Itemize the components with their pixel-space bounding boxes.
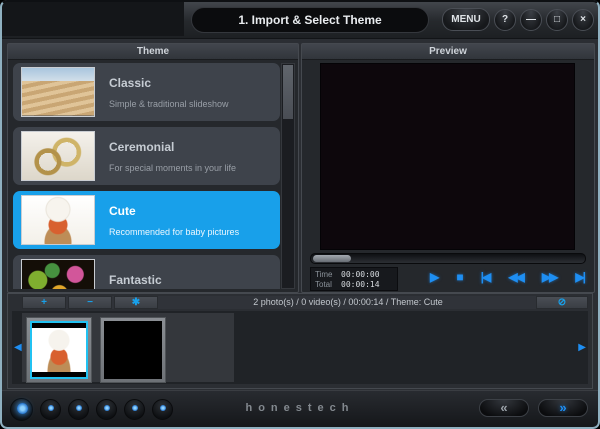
- theme-name: Cute: [109, 204, 239, 218]
- theme-item-text: Classic Simple & traditional slideshow: [109, 76, 229, 109]
- theme-item-fantastic[interactable]: Fantastic: [13, 255, 280, 289]
- help-button[interactable]: ?: [494, 9, 516, 31]
- preview-panel-header: Preview: [302, 44, 594, 60]
- theme-description: Simple & traditional slideshow: [109, 99, 229, 109]
- footer-navigation: « »: [479, 399, 588, 417]
- settings-button[interactable]: ✱: [114, 296, 158, 309]
- close-button[interactable]: ×: [572, 9, 594, 31]
- back-button[interactable]: «: [479, 399, 529, 417]
- tray-scroll-right-icon[interactable]: ▶: [578, 342, 586, 354]
- theme-description: Recommended for baby pictures: [109, 227, 239, 237]
- next-button[interactable]: »: [538, 399, 588, 417]
- total-label: Total: [315, 280, 341, 289]
- total-value: 00:00:14: [341, 280, 393, 289]
- theme-scrollbar[interactable]: [281, 63, 295, 289]
- tray-scroll-left-icon[interactable]: ◀: [14, 342, 22, 354]
- help-icon: ?: [502, 14, 508, 25]
- app-window: 1. Import & Select Theme MENU ? — □ × Th…: [0, 0, 600, 429]
- theme-name: Classic: [109, 76, 229, 90]
- theme-list: Classic Simple & traditional slideshow C…: [13, 63, 280, 289]
- theme-item-cute[interactable]: Cute Recommended for baby pictures: [13, 191, 280, 249]
- preview-panel: Preview Time 00:00:00 Total 00:00:14 ▶ ■…: [301, 43, 595, 293]
- footer-bar: honestech « »: [2, 390, 598, 427]
- media-thumbnail-photo2[interactable]: [100, 317, 166, 383]
- seek-bar[interactable]: [310, 253, 586, 264]
- maximize-button[interactable]: □: [546, 9, 568, 31]
- tray-toolbar: + − ✱ 2 photo(s) / 0 video(s) / 00:00:14…: [22, 296, 588, 309]
- clear-button[interactable]: ⊘: [536, 296, 588, 309]
- title-bar: 1. Import & Select Theme MENU ? — □ ×: [0, 0, 600, 39]
- theme-thumbnail-cute: [21, 195, 95, 245]
- play-button[interactable]: ▶: [430, 266, 437, 288]
- media-thumbnail-photo1[interactable]: [26, 317, 92, 383]
- transport-controls: ▶ ■ |◀ ◀◀ ▶▶ ▶|: [430, 266, 584, 288]
- media-tray: + − ✱ 2 photo(s) / 0 video(s) / 00:00:14…: [7, 293, 593, 389]
- theme-item-text: Fantastic: [109, 273, 162, 290]
- plus-icon: +: [41, 297, 47, 308]
- theme-panel: Theme Classic Simple & traditional slide…: [7, 43, 299, 293]
- maximize-icon: □: [554, 14, 560, 25]
- theme-item-classic[interactable]: Classic Simple & traditional slideshow: [13, 63, 280, 121]
- theme-panel-header: Theme: [8, 44, 298, 60]
- theme-item-ceremonial[interactable]: Ceremonial For special moments in your l…: [13, 127, 280, 185]
- add-media-button[interactable]: +: [22, 296, 66, 309]
- step-title-label: 1. Import & Select Theme: [238, 13, 381, 27]
- menu-button-label: MENU: [451, 14, 480, 25]
- logo-area: [2, 2, 184, 36]
- rewind-button[interactable]: ◀◀: [508, 266, 522, 288]
- menu-button[interactable]: MENU: [442, 8, 490, 31]
- minimize-icon: —: [526, 14, 536, 25]
- minimize-button[interactable]: —: [520, 9, 542, 31]
- theme-description: For special moments in your life: [109, 163, 236, 173]
- minus-icon: −: [87, 297, 93, 308]
- step-title: 1. Import & Select Theme: [191, 7, 429, 33]
- seek-handle[interactable]: [313, 255, 351, 262]
- close-icon: ×: [580, 14, 586, 25]
- theme-name: Fantastic: [109, 273, 162, 287]
- time-display: Time 00:00:00 Total 00:00:14: [310, 267, 398, 291]
- stop-button[interactable]: ■: [456, 266, 461, 288]
- theme-thumbnail-ceremonial: [21, 131, 95, 181]
- skip-back-button[interactable]: |◀: [481, 266, 490, 288]
- fast-forward-button[interactable]: ▶▶: [542, 266, 556, 288]
- theme-item-text: Ceremonial For special moments in your l…: [109, 140, 236, 173]
- remove-media-button[interactable]: −: [68, 296, 112, 309]
- preview-video-area: [320, 63, 575, 250]
- settings-icon: ✱: [132, 297, 140, 308]
- theme-thumbnail-fantastic: [21, 259, 95, 289]
- media-status-text: 2 photo(s) / 0 video(s) / 00:00:14 / The…: [160, 296, 536, 309]
- theme-thumbnail-classic: [21, 67, 95, 117]
- theme-scrollbar-thumb[interactable]: [283, 65, 293, 119]
- theme-item-text: Cute Recommended for baby pictures: [109, 204, 239, 237]
- time-value: 00:00:00: [341, 270, 393, 279]
- no-symbol-icon: ⊘: [558, 297, 566, 308]
- window-controls: MENU ? — □ ×: [442, 8, 594, 31]
- puppy-photo: [32, 323, 86, 377]
- black-photo: [104, 321, 162, 379]
- media-thumbnail-border: [30, 321, 88, 379]
- time-label: Time: [315, 270, 341, 279]
- theme-name: Ceremonial: [109, 140, 236, 154]
- tray-body: ◀ ▶: [12, 311, 588, 384]
- skip-forward-button[interactable]: ▶|: [575, 266, 584, 288]
